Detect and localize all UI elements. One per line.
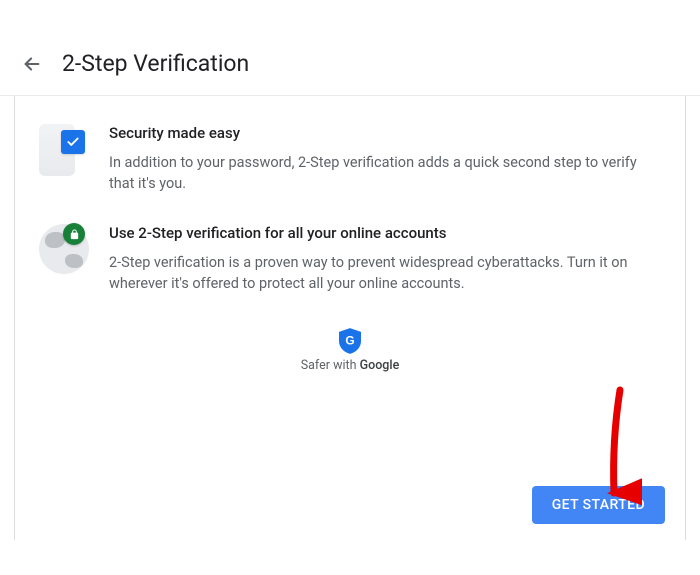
shield-icon: G [339,328,361,354]
feature-description: In addition to your password, 2-Step ver… [109,152,641,194]
get-started-button[interactable]: GET STARTED [532,486,665,524]
feature-title: Use 2-Step verification for all your onl… [109,224,641,242]
svg-text:G: G [345,334,354,348]
page-title: 2-Step Verification [62,50,249,77]
safer-with-google: G Safer with Google [39,328,661,373]
globe-lock-icon [39,224,91,276]
phone-check-icon [39,124,91,176]
feature-description: 2-Step verification is a proven way to p… [109,252,641,294]
feature-title: Security made easy [109,124,641,142]
feature-all-accounts: Use 2-Step verification for all your onl… [39,224,661,294]
safer-brand: Google [360,358,400,373]
back-button[interactable] [20,52,44,76]
page-header: 2-Step Verification [0,32,700,96]
arrow-left-icon [21,53,43,75]
safer-text: Safer with Google [39,358,661,373]
check-icon [66,135,80,149]
content-card: Security made easy In addition to your p… [14,96,686,540]
safer-prefix: Safer with [301,358,360,373]
feature-security-easy: Security made easy In addition to your p… [39,124,661,194]
lock-icon [69,229,80,240]
